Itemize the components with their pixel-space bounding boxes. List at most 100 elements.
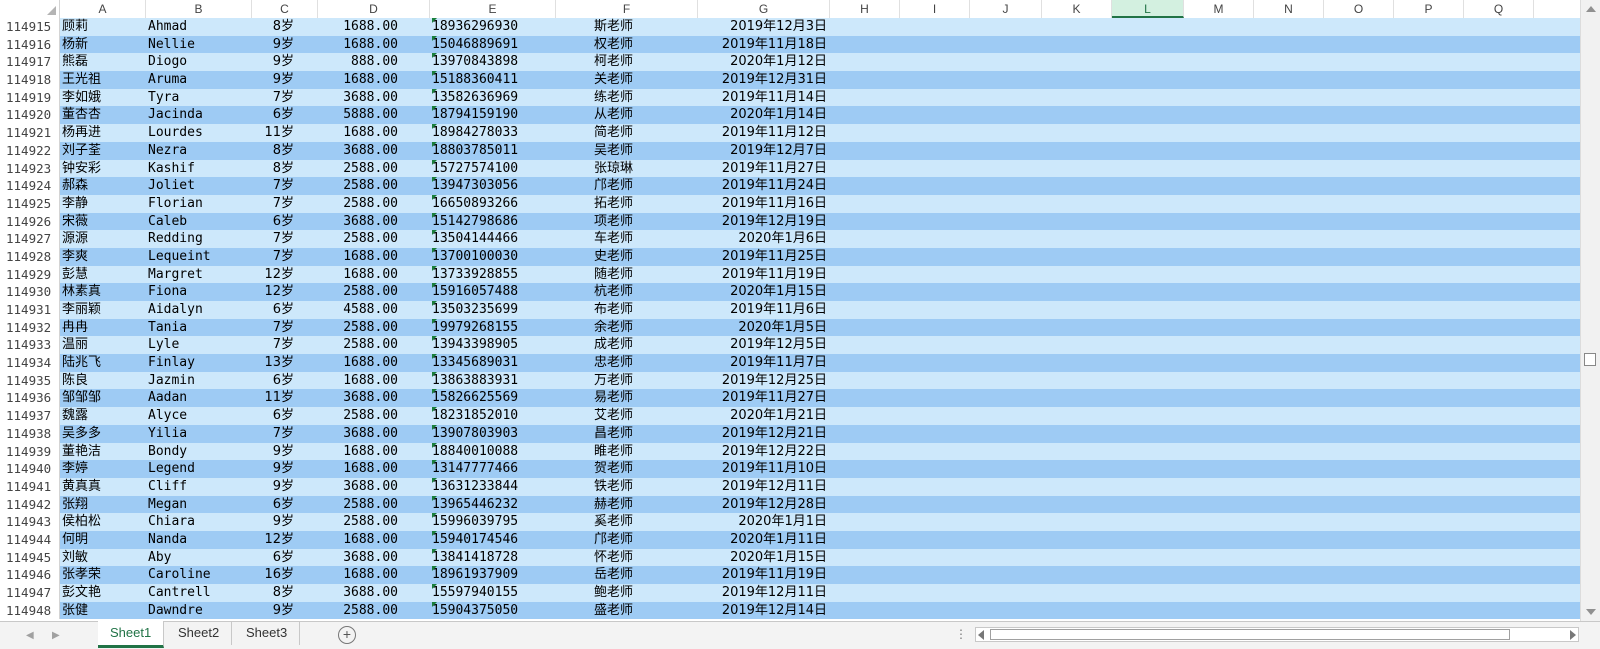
cell-a[interactable]: 何明	[62, 531, 144, 549]
cell-f[interactable]: 鲍老师	[594, 584, 664, 602]
cell-e[interactable]: 13733928855	[432, 265, 552, 284]
cell-b[interactable]: Aadan	[148, 389, 248, 407]
row-number[interactable]: 114925	[0, 194, 60, 213]
cell-d[interactable]: 2588.00	[318, 336, 398, 354]
cell-e[interactable]: 15916057488	[432, 283, 552, 301]
cell-e[interactable]: 13970843898	[432, 53, 552, 71]
cell-e[interactable]: 18961937909	[432, 566, 552, 584]
horizontal-scroll-thumb[interactable]	[990, 629, 1510, 640]
column-header-f[interactable]: F	[556, 0, 698, 18]
select-all-corner[interactable]	[0, 0, 60, 18]
cell-a[interactable]: 陆兆飞	[62, 354, 144, 372]
row-number[interactable]: 114928	[0, 247, 60, 266]
cell-b[interactable]: Lourdes	[148, 124, 248, 142]
column-header-q[interactable]: Q	[1464, 0, 1534, 18]
cell-b[interactable]: Tyra	[148, 89, 248, 107]
row-number[interactable]: 114929	[0, 265, 60, 284]
cell-e[interactable]: 13965446232	[432, 495, 552, 514]
cell-a[interactable]: 李爽	[62, 248, 144, 266]
cell-f[interactable]: 拓老师	[594, 195, 664, 213]
cell-g[interactable]: 2019年12月14日	[700, 602, 827, 620]
cell-f[interactable]: 权老师	[594, 36, 664, 54]
cell-c[interactable]: 7岁	[250, 336, 294, 354]
cell-g[interactable]: 2019年11月14日	[700, 89, 827, 107]
column-header-g[interactable]: G	[698, 0, 830, 18]
cell-f[interactable]: 从老师	[594, 106, 664, 124]
column-header-a[interactable]: A	[60, 0, 146, 18]
cell-a[interactable]: 刘子荃	[62, 142, 144, 160]
cell-g[interactable]: 2019年11月19日	[700, 566, 827, 584]
cell-g[interactable]: 2020年1月11日	[700, 531, 827, 549]
cell-d[interactable]: 2588.00	[318, 513, 398, 531]
row-number[interactable]: 114915	[0, 18, 60, 36]
cell-d[interactable]: 2588.00	[318, 602, 398, 620]
cell-g[interactable]: 2019年11月24日	[700, 177, 827, 195]
scroll-left-icon[interactable]	[978, 630, 984, 640]
row-number[interactable]: 114937	[0, 407, 60, 425]
cell-d[interactable]: 1688.00	[318, 266, 398, 284]
cell-b[interactable]: Nellie	[148, 36, 248, 54]
cell-b[interactable]: Bondy	[148, 443, 248, 461]
cell-c[interactable]: 8岁	[250, 18, 294, 36]
cell-f[interactable]: 简老师	[594, 124, 664, 142]
cell-a[interactable]: 王光祖	[62, 71, 144, 89]
cell-a[interactable]: 张孝荣	[62, 566, 144, 584]
cell-c[interactable]: 9岁	[250, 513, 294, 531]
cell-f[interactable]: 怀老师	[594, 549, 664, 567]
row-number[interactable]: 114946	[0, 566, 60, 584]
cell-d[interactable]: 3688.00	[318, 478, 398, 496]
row-number[interactable]: 114947	[0, 584, 60, 602]
cell-g[interactable]: 2020年1月5日	[700, 319, 827, 337]
cell-g[interactable]: 2019年12月22日	[700, 443, 827, 461]
cell-b[interactable]: Dawndre	[148, 602, 248, 620]
cell-f[interactable]: 邝老师	[594, 177, 664, 195]
cell-d[interactable]: 1688.00	[318, 566, 398, 584]
cell-e[interactable]: 13841418728	[432, 548, 552, 567]
cell-e[interactable]: 15188360411	[432, 71, 552, 89]
cell-g[interactable]: 2019年11月6日	[700, 301, 827, 319]
cell-e[interactable]: 18803785011	[432, 141, 552, 160]
cell-f[interactable]: 贺老师	[594, 460, 664, 478]
cell-g[interactable]: 2019年12月11日	[700, 478, 827, 496]
cell-g[interactable]: 2019年11月7日	[700, 354, 827, 372]
cell-a[interactable]: 张健	[62, 602, 144, 620]
cell-c[interactable]: 6岁	[250, 372, 294, 390]
cell-e[interactable]: 15597940155	[432, 584, 552, 602]
cell-a[interactable]: 李静	[62, 195, 144, 213]
cell-d[interactable]: 2588.00	[318, 230, 398, 248]
cell-d[interactable]: 1688.00	[318, 18, 398, 36]
scroll-right-icon[interactable]	[1570, 630, 1576, 640]
cell-f[interactable]: 奚老师	[594, 513, 664, 531]
column-header-d[interactable]: D	[318, 0, 430, 18]
row-number[interactable]: 114926	[0, 212, 60, 231]
cell-b[interactable]: Nanda	[148, 531, 248, 549]
cell-d[interactable]: 4588.00	[318, 301, 398, 319]
cell-c[interactable]: 9岁	[250, 478, 294, 496]
cell-g[interactable]: 2019年11月10日	[700, 460, 827, 478]
column-header-j[interactable]: J	[970, 0, 1042, 18]
cell-g[interactable]: 2020年1月12日	[700, 53, 827, 71]
row-number[interactable]: 114923	[0, 159, 60, 178]
cell-e[interactable]: 13504144466	[432, 230, 552, 248]
cell-e[interactable]: 18840010088	[432, 442, 552, 461]
cell-e[interactable]: 13503235699	[432, 301, 552, 319]
cell-f[interactable]: 余老师	[594, 319, 664, 337]
cell-d[interactable]: 1688.00	[318, 372, 398, 390]
cell-e[interactable]: 18984278033	[432, 124, 552, 142]
cell-d[interactable]: 2588.00	[318, 195, 398, 213]
cell-c[interactable]: 9岁	[250, 602, 294, 620]
cell-c[interactable]: 6岁	[250, 106, 294, 124]
more-options-icon[interactable]: ⋮	[955, 627, 967, 641]
cell-c[interactable]: 7岁	[250, 319, 294, 337]
column-header-c[interactable]: C	[252, 0, 318, 18]
cell-c[interactable]: 13岁	[250, 354, 294, 372]
prev-sheet-icon[interactable]: ◀	[26, 630, 34, 641]
cell-d[interactable]: 3688.00	[318, 389, 398, 407]
cell-b[interactable]: Jacinda	[148, 106, 248, 124]
cell-e[interactable]: 13947303056	[432, 177, 552, 195]
cell-f[interactable]: 关老师	[594, 71, 664, 89]
cell-b[interactable]: Lequeint	[148, 248, 248, 266]
cell-e[interactable]: 13700100030	[432, 247, 552, 266]
row-number[interactable]: 114945	[0, 548, 60, 567]
column-header-p[interactable]: P	[1394, 0, 1464, 18]
